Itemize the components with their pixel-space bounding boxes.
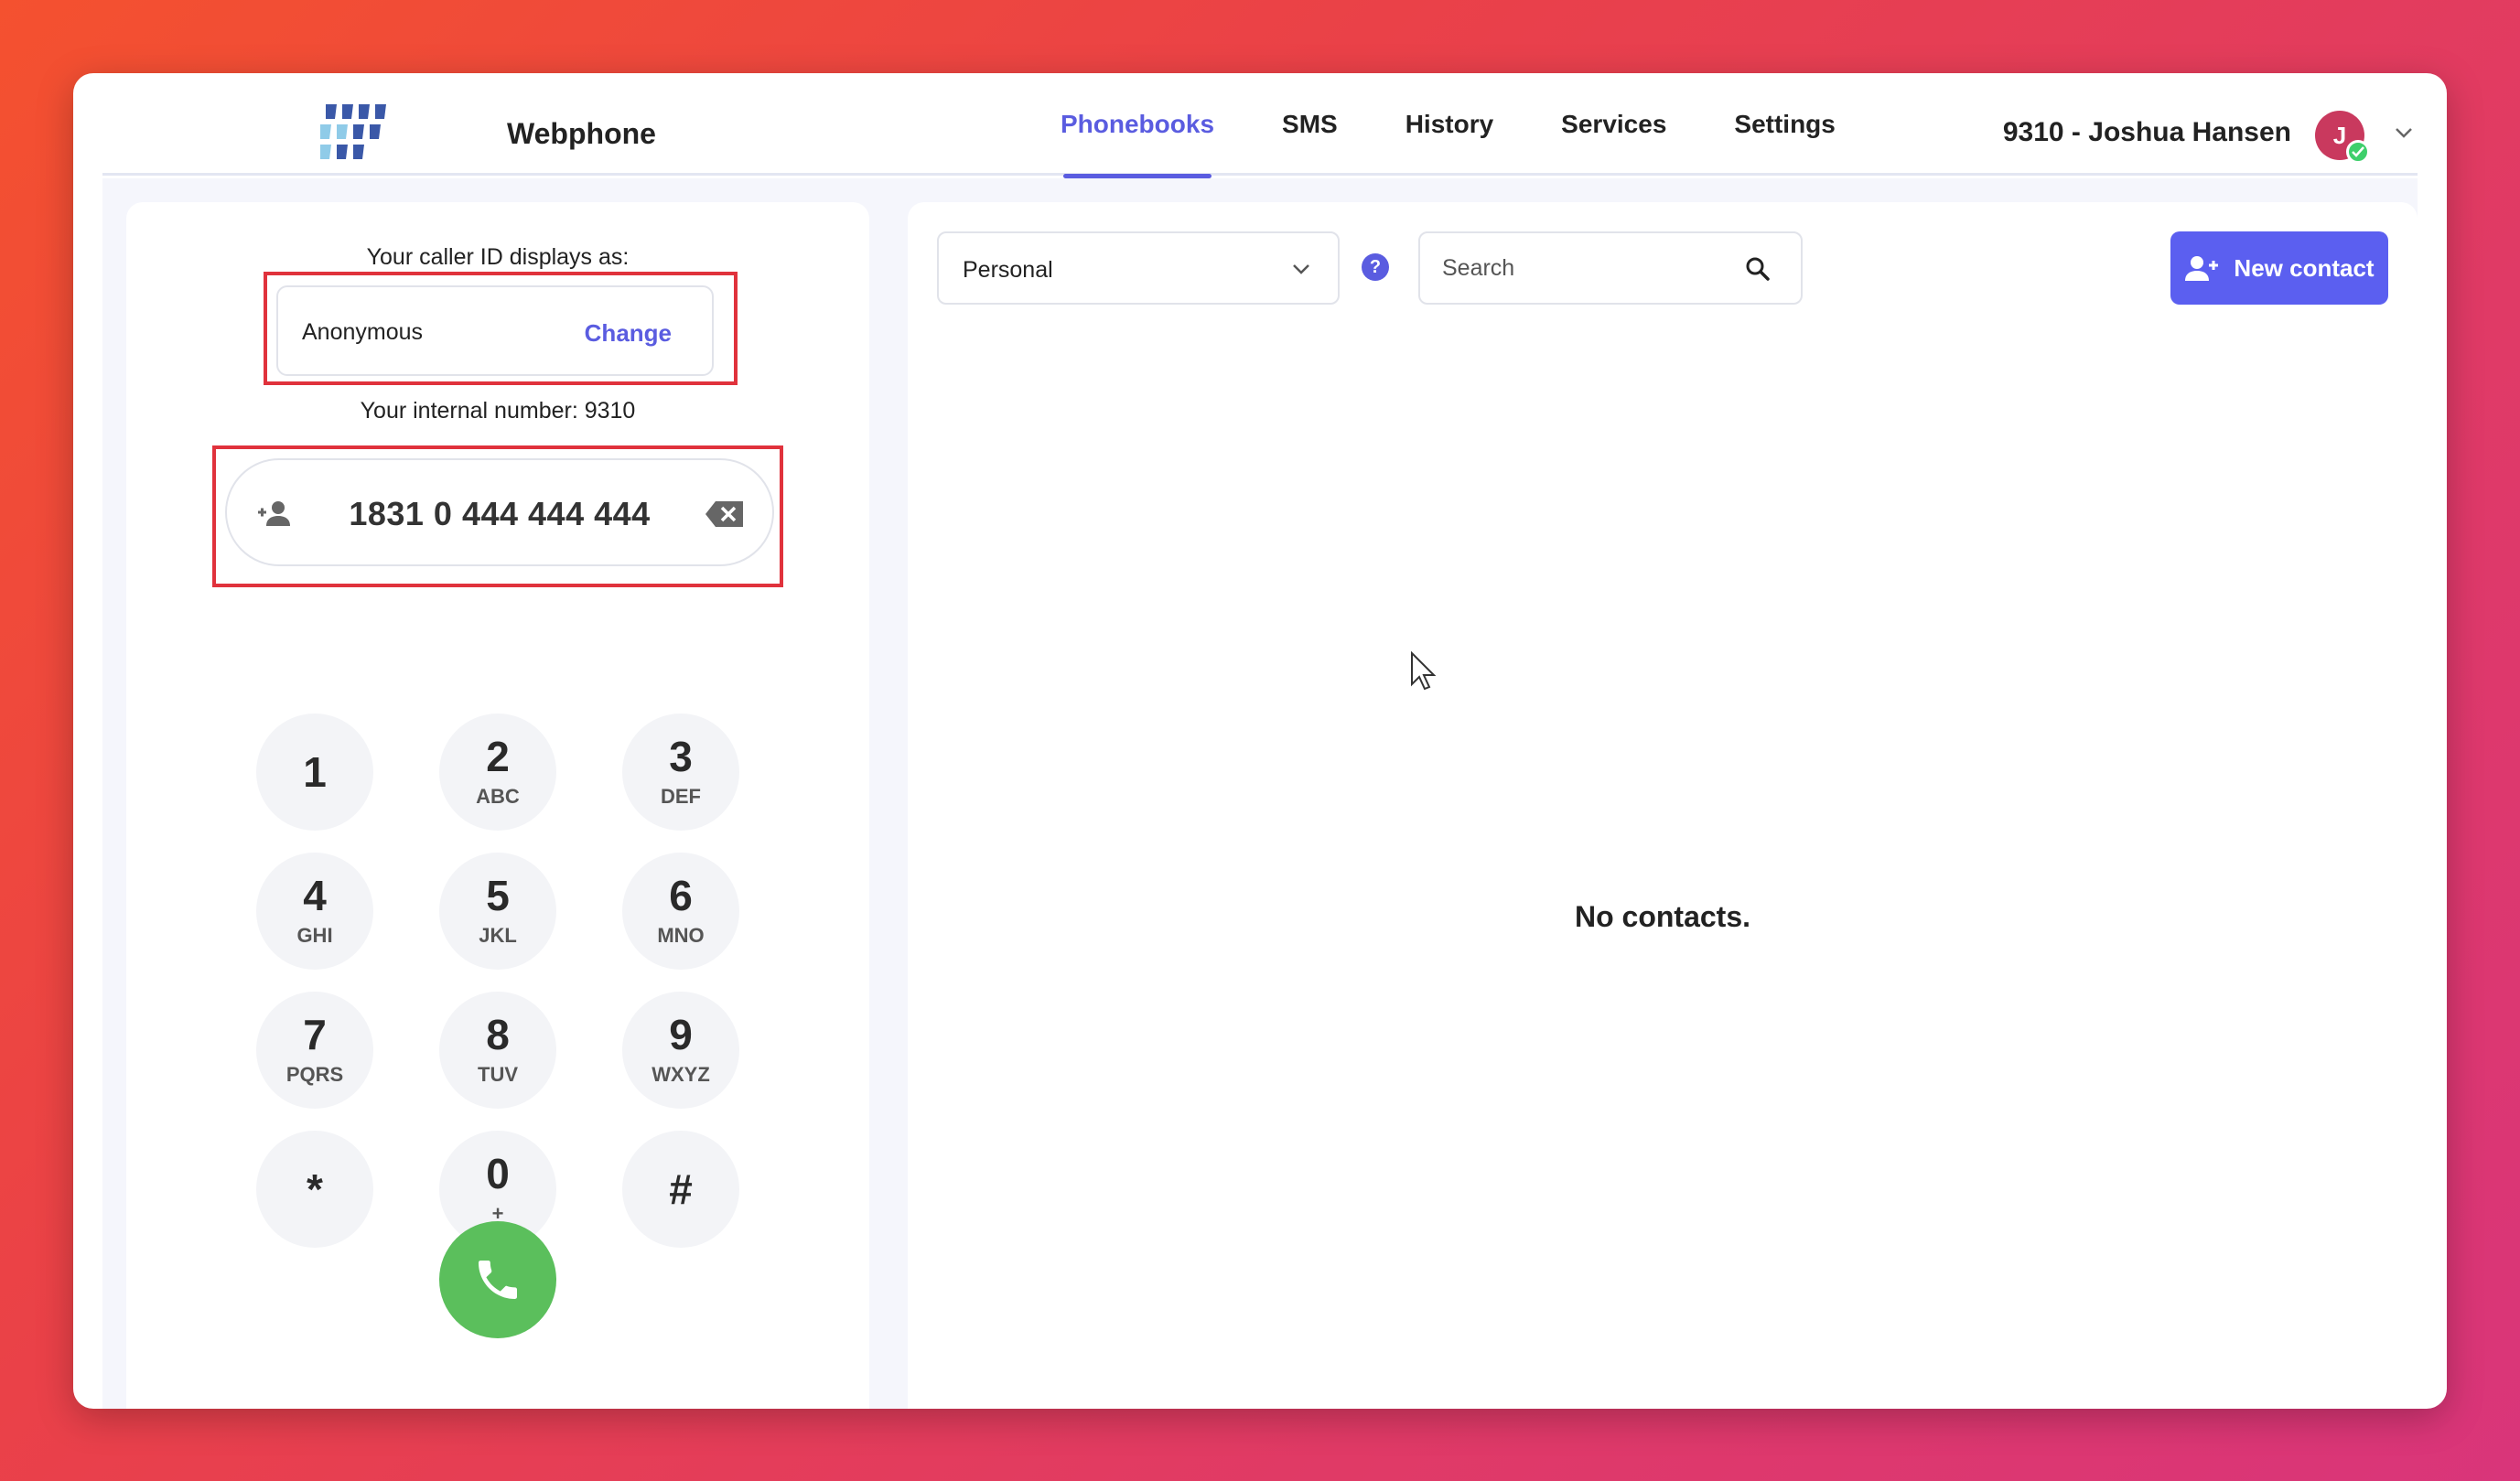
- key-digit: 4: [303, 872, 327, 919]
- dialer-panel: Your caller ID displays as: Anonymous Ch…: [126, 202, 869, 1409]
- key-2[interactable]: 2 ABC: [439, 714, 556, 831]
- dial-number: 1831 0 444 444 444: [349, 495, 651, 532]
- phone-icon: [479, 1261, 517, 1299]
- key-digit: 9: [669, 1011, 693, 1058]
- online-status-icon: [2346, 140, 2370, 164]
- tab-settings[interactable]: Settings: [1700, 73, 1868, 176]
- dial-number-field[interactable]: 1831 0 444 444 444: [225, 458, 774, 566]
- caller-id-box: Anonymous Change: [276, 285, 714, 376]
- key-digit: 5: [486, 872, 510, 919]
- main-nav: Phonebooks SMS History Services Settings: [1027, 73, 1869, 178]
- caller-id-value: Anonymous: [302, 319, 424, 345]
- app-name: Webphone: [507, 117, 656, 150]
- main-content: Your caller ID displays as: Anonymous Ch…: [102, 178, 2418, 1409]
- phonebook-panel: Personal ? New contact No contacts.: [908, 202, 2418, 1409]
- tab-history[interactable]: History: [1372, 73, 1527, 176]
- key-digit: 8: [486, 1011, 510, 1058]
- user-label[interactable]: 9310 - Joshua Hansen: [2003, 117, 2291, 148]
- key-letters: PQRS: [285, 1063, 344, 1086]
- new-contact-label: New contact: [2234, 253, 2375, 282]
- chevron-down-icon[interactable]: [2394, 126, 2414, 139]
- key-letters: GHI: [296, 924, 333, 947]
- mouse-cursor-icon: [1411, 651, 1437, 691]
- avatar-initial: J: [2332, 121, 2347, 149]
- key-digit: 0: [486, 1150, 510, 1197]
- key-7[interactable]: 7 PQRS: [256, 992, 373, 1109]
- call-button[interactable]: [439, 1221, 556, 1338]
- key-digit: 2: [486, 733, 510, 780]
- key-5[interactable]: 5 JKL: [439, 853, 556, 970]
- key-9[interactable]: 9 WXYZ: [622, 992, 739, 1109]
- key-4[interactable]: 4 GHI: [256, 853, 373, 970]
- key-letters: ABC: [476, 785, 520, 808]
- key-digit: 1: [303, 748, 327, 796]
- tab-sms[interactable]: SMS: [1248, 73, 1372, 176]
- tab-services[interactable]: Services: [1527, 73, 1700, 176]
- key-letters: DEF: [661, 785, 701, 808]
- key-3[interactable]: 3 DEF: [622, 714, 739, 831]
- phonebook-select[interactable]: Personal: [937, 231, 1340, 305]
- key-8[interactable]: 8 TUV: [439, 992, 556, 1109]
- new-contact-button[interactable]: New contact: [2170, 231, 2388, 305]
- tab-phonebooks[interactable]: Phonebooks: [1027, 73, 1248, 178]
- chevron-down-icon: [1293, 264, 1309, 274]
- key-6[interactable]: 6 MNO: [622, 853, 739, 970]
- empty-state-text: No contacts.: [1574, 900, 1751, 933]
- internal-number: Your internal number: 9310: [360, 398, 636, 424]
- help-icon[interactable]: ?: [1362, 253, 1389, 281]
- avatar[interactable]: J: [2315, 111, 2370, 164]
- key-digit: 7: [303, 1011, 327, 1058]
- key-digit: #: [669, 1165, 693, 1213]
- search-icon[interactable]: [1745, 256, 1771, 282]
- key-star[interactable]: *: [256, 1131, 373, 1248]
- key-letters: JKL: [479, 924, 517, 947]
- change-caller-id-button[interactable]: Change: [585, 319, 672, 348]
- key-digit: *: [307, 1165, 323, 1213]
- phonebook-selected: Personal: [963, 257, 1053, 283]
- key-digit: 6: [669, 872, 693, 919]
- caller-id-title: Your caller ID displays as:: [366, 244, 630, 270]
- backspace-icon[interactable]: [705, 499, 745, 529]
- app-logo: [320, 104, 386, 159]
- app-header: Webphone Phonebooks SMS History Services…: [102, 73, 2418, 178]
- key-letters: WXYZ: [652, 1063, 710, 1086]
- add-user-icon: [2185, 256, 2219, 281]
- key-1[interactable]: 1: [256, 714, 373, 831]
- key-letters: MNO: [657, 924, 705, 947]
- key-digit: 3: [669, 733, 693, 780]
- key-hash[interactable]: #: [622, 1131, 739, 1248]
- webphone-window: Webphone Phonebooks SMS History Services…: [73, 73, 2447, 1409]
- key-letters: TUV: [478, 1063, 518, 1086]
